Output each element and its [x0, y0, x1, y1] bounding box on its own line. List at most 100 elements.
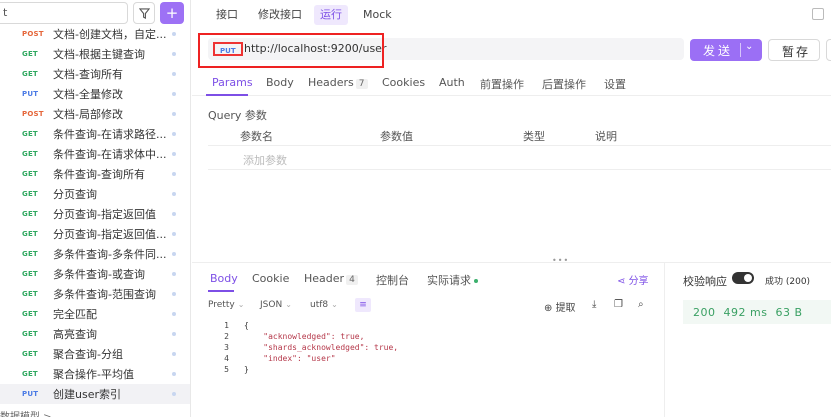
- tab-headers[interactable]: Headers 7: [308, 76, 368, 89]
- response-code: 1{ 2 "acknowledged": true, 3 "shards_ack…: [192, 320, 664, 417]
- status-time: 492 ms: [723, 306, 768, 319]
- resp-tab-body[interactable]: Body: [210, 272, 238, 285]
- resp-tab-cookie[interactable]: Cookie: [252, 272, 289, 285]
- tab-cookies[interactable]: Cookies: [382, 76, 425, 89]
- status-dot-icon: [172, 292, 176, 296]
- drag-handle-icon[interactable]: •••: [552, 256, 569, 265]
- tab-run[interactable]: 运行: [314, 5, 348, 25]
- format-select[interactable]: Pretty ⌄: [208, 300, 244, 310]
- chevron-down-icon[interactable]: ⌄: [745, 41, 753, 52]
- sidebar-item[interactable]: POST 文档-局部修改: [0, 104, 190, 124]
- lang-value: JSON: [260, 300, 283, 310]
- query-add-row[interactable]: 添加参数: [208, 146, 831, 170]
- panel-splitter[interactable]: [192, 262, 831, 263]
- sidebar-item-label: 分页查询-指定返回值...: [53, 228, 167, 241]
- chevron-down-icon: ⌄: [237, 300, 245, 309]
- download-icon[interactable]: ⤓: [592, 299, 596, 310]
- code-line: 5}: [192, 364, 664, 375]
- method-badge: GET: [22, 170, 38, 178]
- validate-toggle[interactable]: [732, 272, 754, 284]
- sidebar-item-label: 聚合查询-分组: [53, 348, 123, 361]
- encoding-select[interactable]: utf8 ⌄: [310, 300, 338, 310]
- tab-params[interactable]: Params: [212, 76, 253, 89]
- sidebar-item[interactable]: GET 文档-查询所有: [0, 64, 190, 84]
- send-button[interactable]: 发送 ⌄: [690, 39, 762, 61]
- tab-pre-ops[interactable]: 前置操作: [480, 76, 524, 92]
- sidebar-item[interactable]: GET 高亮查询: [0, 324, 190, 344]
- tab-settings[interactable]: 设置: [604, 76, 626, 92]
- extract-label: 提取: [555, 303, 576, 314]
- status-dot-icon: [172, 272, 176, 276]
- tab-mock[interactable]: Mock: [357, 5, 398, 25]
- filter-button[interactable]: [133, 2, 155, 24]
- resp-tab-console[interactable]: 控制台: [376, 272, 409, 288]
- sidebar-item-label: 文档-查询所有: [53, 68, 123, 81]
- status-dot-icon: [172, 52, 176, 56]
- status-dot-icon: [172, 392, 176, 396]
- resp-tab-header-label: Header: [304, 272, 345, 285]
- sidebar-item-label: 高亮查询: [53, 328, 97, 341]
- method-badge: GET: [22, 250, 38, 258]
- lang-select[interactable]: JSON ⌄: [260, 300, 292, 310]
- sidebar-item[interactable]: POST 文档-创建文档，自定...: [0, 24, 190, 44]
- add-button[interactable]: +: [160, 2, 184, 24]
- sidebar-item[interactable]: GET 完全匹配: [0, 304, 190, 324]
- sidebar-item[interactable]: GET 分页查询-指定返回值...: [0, 224, 190, 244]
- code-line: 2 "acknowledged": true,: [192, 331, 664, 342]
- status-dot-icon: [172, 192, 176, 196]
- resp-tab-header[interactable]: Header 4: [304, 272, 358, 285]
- status-bar: 200 492 ms 63 B: [683, 300, 831, 324]
- response-toolbar: Pretty ⌄ JSON ⌄ utf8 ⌄ ≡ ⊕ 提取 ⤓ ❐ ⌕: [192, 295, 664, 315]
- status-dot-icon: [172, 372, 176, 376]
- status-text: 200 492 ms 63 B: [693, 306, 803, 319]
- method-badge: GET: [22, 350, 38, 358]
- method-badge: GET: [22, 50, 38, 58]
- query-header-row: 参数名 参数值 类型 说明: [208, 124, 831, 146]
- col-param-value: 参数值: [380, 130, 413, 143]
- status-dot-icon: [172, 92, 176, 96]
- wrap-icon[interactable]: ≡: [355, 298, 371, 312]
- search-input[interactable]: t: [0, 2, 128, 24]
- tab-edit-interface[interactable]: 修改接口: [252, 5, 308, 25]
- tab-body[interactable]: Body: [266, 76, 294, 89]
- status-dot-icon: [172, 152, 176, 156]
- sidebar-item[interactable]: GET 多条件查询-或查询: [0, 264, 190, 284]
- sidebar-item[interactable]: PUT 文档-全量修改: [0, 84, 190, 104]
- format-value: Pretty: [208, 300, 235, 310]
- line-number: 1: [224, 321, 229, 330]
- sidebar-item[interactable]: GET 分页查询-指定返回值: [0, 204, 190, 224]
- sidebar-footer[interactable]: 数据模型 >: [0, 408, 52, 417]
- tab-interface[interactable]: 接口: [210, 5, 244, 25]
- sidebar-item[interactable]: GET 多条件查询-范围查询: [0, 284, 190, 304]
- sidebar-item[interactable]: GET 文档-根据主键查询: [0, 44, 190, 64]
- method-badge: GET: [22, 190, 38, 198]
- sidebar-item-label: 多条件查询-或查询: [53, 268, 145, 281]
- tab-post-ops[interactable]: 后置操作: [542, 76, 586, 92]
- sidebar-item[interactable]: PUT 创建user索引: [0, 384, 190, 404]
- method-badge: PUT: [22, 390, 39, 398]
- sidebar-item[interactable]: GET 条件查询-在请求体中...: [0, 144, 190, 164]
- sidebar-item[interactable]: GET 多条件查询-多条件同...: [0, 244, 190, 264]
- resp-tab-actual-request[interactable]: 实际请求: [427, 272, 478, 288]
- share-link[interactable]: ⋖ 分享: [617, 272, 649, 287]
- sidebar-item[interactable]: GET 条件查询-查询所有: [0, 164, 190, 184]
- method-badge: GET: [22, 370, 38, 378]
- copy-icon[interactable]: ❐: [614, 299, 623, 310]
- method-badge: GET: [22, 210, 38, 218]
- status-dot-icon: [172, 352, 176, 356]
- sidebar-item[interactable]: GET 条件查询-在请求路径...: [0, 124, 190, 144]
- panel-icon[interactable]: [812, 8, 824, 20]
- sidebar-item[interactable]: GET 聚合查询-分组: [0, 344, 190, 364]
- line-number: 4: [224, 354, 229, 363]
- sidebar-item-label: 文档-全量修改: [53, 88, 123, 101]
- method-badge: GET: [22, 290, 38, 298]
- status-dot-icon: [172, 252, 176, 256]
- more-button[interactable]: [826, 39, 831, 61]
- search-icon[interactable]: ⌕: [638, 299, 644, 310]
- status-size: 63 B: [775, 306, 803, 319]
- tab-auth[interactable]: Auth: [439, 76, 465, 89]
- sidebar-item[interactable]: GET 分页查询: [0, 184, 190, 204]
- extract-button[interactable]: ⊕ 提取: [544, 299, 576, 314]
- sidebar-item[interactable]: GET 聚合操作-平均值: [0, 364, 190, 384]
- save-button[interactable]: 暂存: [768, 39, 820, 61]
